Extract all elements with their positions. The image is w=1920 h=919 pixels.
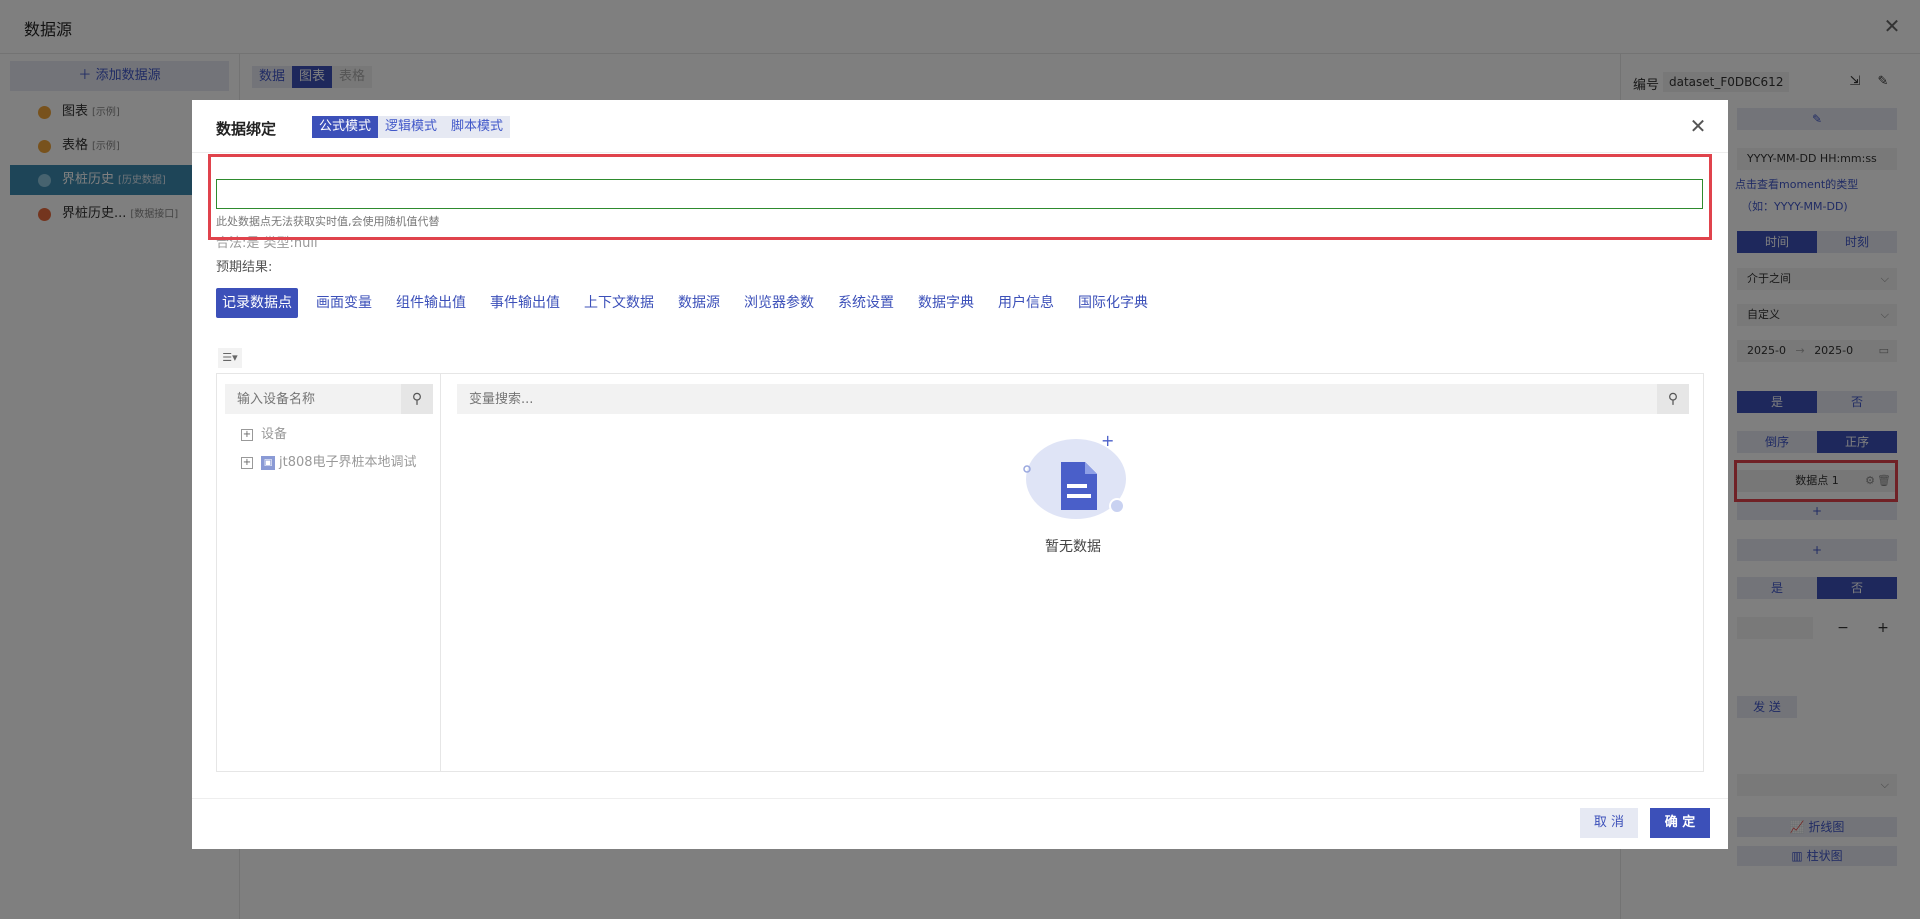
tab-logic-mode[interactable]: 逻辑模式 [378, 116, 444, 138]
data-binding-dialog: 数据绑定 公式模式 逻辑模式 脚本模式 ✕ 此处数据点无法获取实时值,会使用随机… [192, 100, 1728, 849]
tab-browser-params[interactable]: 浏览器参数 [738, 288, 820, 318]
tab-screen-variable[interactable]: 画面变量 [310, 288, 378, 318]
tab-i18n-dictionary[interactable]: 国际化字典 [1072, 288, 1154, 318]
divider [192, 152, 1728, 153]
tree-node-devices[interactable]: + 设备 [241, 424, 287, 446]
source-tabs: 记录数据点 画面变量 组件输出值 事件输出值 上下文数据 数据源 浏览器参数 系… [216, 288, 1166, 318]
divider [192, 798, 1728, 799]
search-icon[interactable]: ⚲ [1657, 384, 1689, 414]
expected-result-label: 预期结果: [216, 260, 273, 275]
tab-context-data[interactable]: 上下文数据 [578, 288, 660, 318]
dialog-title: 数据绑定 [216, 120, 277, 138]
tab-datasource[interactable]: 数据源 [672, 288, 726, 318]
empty-document-icon: + [1023, 431, 1126, 519]
tab-formula-mode[interactable]: 公式模式 [312, 116, 379, 138]
tab-system-settings[interactable]: 系统设置 [832, 288, 900, 318]
tree-node-device[interactable]: + ▣ jt808电子界桩本地调试 [241, 452, 417, 474]
mode-tabs: 公式模式 逻辑模式 脚本模式 [312, 116, 511, 138]
tab-record-datapoint[interactable]: 记录数据点 [216, 288, 298, 318]
device-tree-panel: ⚲ +设备 +▣jt808电子界桩本地调试 [217, 374, 441, 771]
expand-icon[interactable]: + [241, 456, 253, 469]
tab-data-dictionary[interactable]: 数据字典 [912, 288, 980, 318]
search-icon[interactable]: ⚲ [401, 384, 433, 414]
empty-text: 暂无数据 [1045, 539, 1101, 555]
tab-script-mode[interactable]: 脚本模式 [444, 116, 510, 138]
variable-search-box: ⚲ [457, 384, 1689, 414]
cancel-button[interactable]: 取 消 [1580, 808, 1638, 838]
expand-icon[interactable]: + [241, 428, 253, 441]
device-search-input[interactable] [225, 384, 395, 414]
tab-component-output[interactable]: 组件输出值 [390, 288, 472, 318]
datapoint-browser: ⚲ +设备 +▣jt808电子界桩本地调试 ⚲ + [216, 373, 1704, 772]
tab-event-output[interactable]: 事件输出值 [484, 288, 566, 318]
device-search-box: ⚲ [225, 384, 433, 414]
device-icon: ▣ [261, 455, 275, 470]
variable-search-input[interactable] [457, 384, 1637, 414]
highlight-box [208, 154, 1712, 240]
tree-view-toggle-icon[interactable]: ☰▾ [218, 348, 242, 368]
confirm-button[interactable]: 确 定 [1650, 808, 1710, 838]
tab-user-info[interactable]: 用户信息 [992, 288, 1060, 318]
empty-state: + 暂无数据 [1013, 424, 1133, 555]
svg-text:+: + [1101, 431, 1114, 450]
close-icon[interactable]: ✕ [1686, 114, 1710, 138]
